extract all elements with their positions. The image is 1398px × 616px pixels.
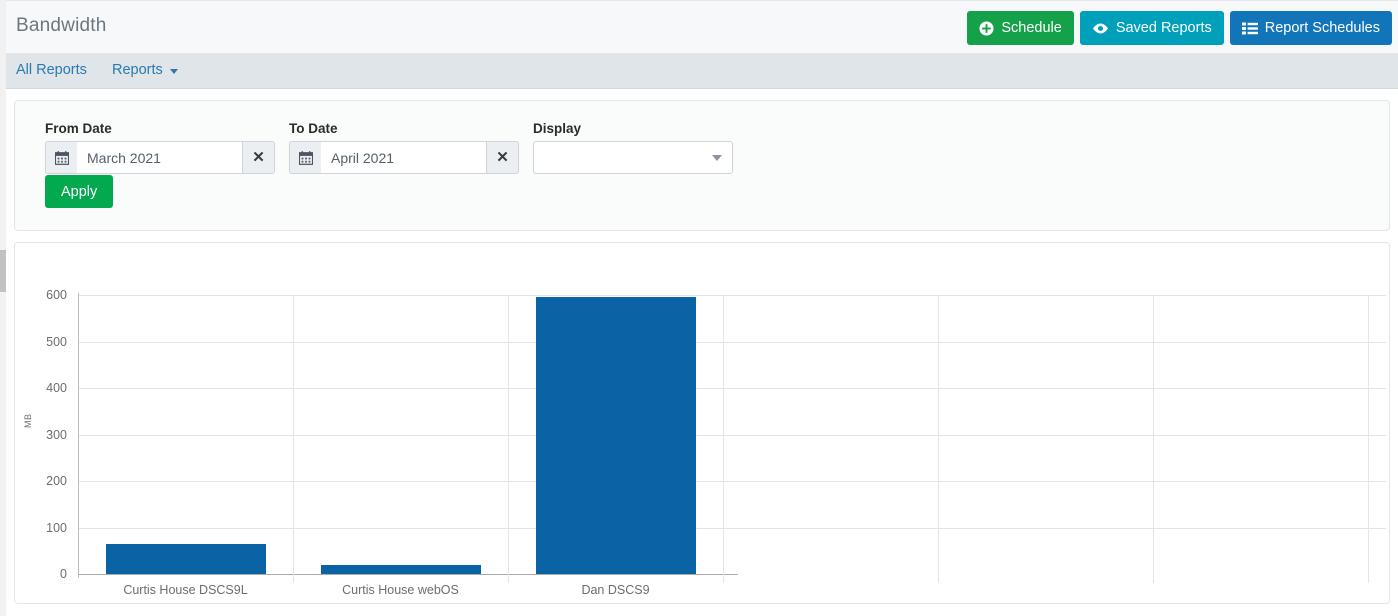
calendar-icon [289, 141, 321, 174]
page-title: Bandwidth [16, 15, 107, 37]
list-icon [1242, 22, 1258, 35]
category-separator [723, 295, 724, 583]
header-actions: Schedule Saved Reports [967, 11, 1392, 45]
y-axis-tick-label: 100 [25, 521, 67, 535]
to-date-group: ✕ [289, 141, 519, 174]
chart-bar[interactable] [536, 297, 696, 574]
page-header: Bandwidth Schedule [6, 0, 1398, 54]
display-label: Display [533, 121, 581, 136]
gridline [78, 435, 1386, 436]
gridline [78, 481, 1386, 482]
category-separator [1153, 295, 1154, 583]
from-date-input[interactable] [77, 141, 242, 174]
y-axis-tick-label: 0 [25, 567, 67, 581]
filter-panel: From Date [14, 100, 1390, 231]
secondary-navbar: All Reports Reports [6, 54, 1398, 89]
from-date-group: ✕ [45, 141, 275, 174]
to-date-input[interactable] [321, 141, 486, 174]
schedule-button-label: Schedule [1001, 21, 1061, 36]
bandwidth-bar-chart: MB 0100200300400500600 Curtis House DSCS… [15, 243, 1389, 603]
x-axis-tick-label: Dan DSCS9 [581, 583, 649, 597]
category-separator [938, 295, 939, 583]
x-axis-tick-label: Curtis House DSCS9L [123, 583, 247, 597]
schedule-button[interactable]: Schedule [967, 11, 1073, 45]
report-schedules-button[interactable]: Report Schedules [1230, 11, 1392, 45]
saved-reports-button[interactable]: Saved Reports [1080, 11, 1224, 45]
chevron-down-icon [712, 155, 722, 161]
nav-item-reports-label: Reports [112, 62, 163, 78]
y-axis-tick-label: 300 [25, 428, 67, 442]
calendar-icon [45, 141, 77, 174]
category-separator [293, 295, 294, 583]
category-separator [508, 295, 509, 583]
y-axis-ticks: 0 100 200 300 400 500 600 [25, 243, 67, 603]
y-axis-tick-label: 600 [25, 288, 67, 302]
chart-bar[interactable] [106, 544, 266, 574]
gridline [78, 295, 1386, 296]
apply-button[interactable]: Apply [45, 175, 113, 208]
chart-panel: MB 0100200300400500600 Curtis House DSCS… [14, 242, 1390, 604]
category-separator [1368, 295, 1369, 583]
nav-item-all-reports[interactable]: All Reports [16, 62, 87, 78]
plus-circle-icon [979, 21, 994, 36]
x-axis-line [78, 574, 738, 575]
y-axis-tick-label: 400 [25, 381, 67, 395]
x-axis-tick-label: Curtis House webOS [342, 583, 459, 597]
gridline [78, 528, 1386, 529]
eye-icon [1092, 22, 1109, 35]
y-axis-line [78, 293, 79, 578]
page-content: Bandwidth Schedule [6, 0, 1398, 616]
report-schedules-button-label: Report Schedules [1265, 21, 1380, 36]
gridline [78, 342, 1386, 343]
saved-reports-button-label: Saved Reports [1116, 21, 1212, 36]
from-date-clear-button[interactable]: ✕ [242, 141, 275, 174]
gridline [78, 388, 1386, 389]
to-date-label: To Date [289, 121, 338, 136]
chart-bar[interactable] [321, 565, 481, 574]
nav-item-reports[interactable]: Reports [112, 62, 178, 78]
y-axis-tick-label: 500 [25, 335, 67, 349]
display-select[interactable] [533, 141, 733, 174]
from-date-label: From Date [45, 121, 112, 136]
to-date-clear-button[interactable]: ✕ [486, 141, 519, 174]
app-root: Bandwidth Schedule [0, 0, 1398, 616]
y-axis-tick-label: 200 [25, 474, 67, 488]
chevron-down-icon [170, 69, 178, 74]
